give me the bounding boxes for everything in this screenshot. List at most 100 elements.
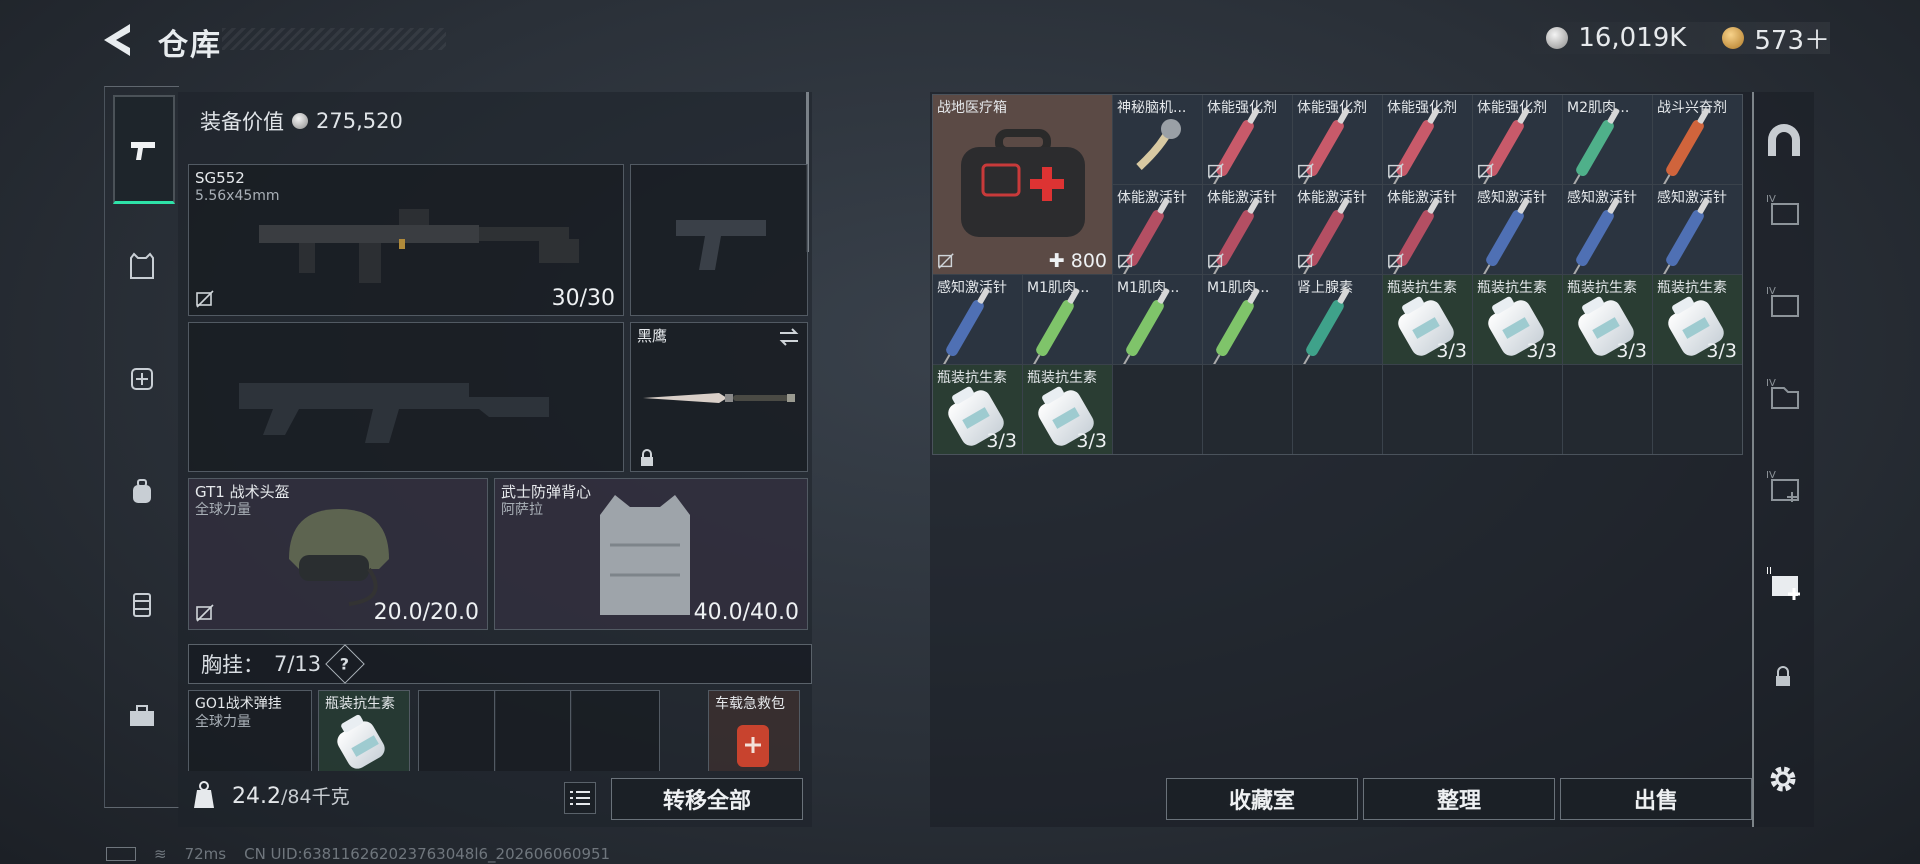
stash-item[interactable]: M1肌肉... bbox=[1113, 275, 1202, 364]
gold-amount[interactable]: 573＋ bbox=[1754, 20, 1830, 57]
stash-item[interactable]: 体能强化剂 bbox=[1293, 95, 1382, 184]
stash-item[interactable]: 肾上腺素 bbox=[1293, 275, 1382, 364]
stash-tab-4-icon[interactable]: IV bbox=[1764, 466, 1804, 506]
category-rail bbox=[104, 86, 179, 808]
collection-room-button[interactable]: 收藏室 bbox=[1166, 778, 1358, 820]
stash-item[interactable]: 战斗兴奋剂 bbox=[1653, 95, 1742, 184]
stash-item[interactable]: 体能激活针 bbox=[1383, 185, 1472, 274]
stash-item[interactable]: 体能激活针 bbox=[1293, 185, 1382, 274]
item-name: 瓶装抗生素 bbox=[1567, 280, 1637, 296]
stash-item[interactable]: 体能激活针 bbox=[1203, 185, 1292, 274]
item-count: 3/3 bbox=[1436, 340, 1467, 362]
stash-tab-1-icon[interactable]: IV bbox=[1764, 190, 1804, 230]
no-damage-icon bbox=[1208, 253, 1224, 269]
medkit-bag-icon bbox=[131, 368, 153, 390]
category-weapons[interactable] bbox=[113, 95, 175, 204]
stash-item[interactable]: M1肌肉... bbox=[1203, 275, 1292, 364]
stash-home-icon[interactable] bbox=[1764, 122, 1804, 162]
stash-item[interactable]: 瓶装抗生素 3/3 bbox=[1473, 275, 1562, 364]
chest-rig-slot[interactable]: GO1战术弹挂 全球力量 bbox=[188, 690, 312, 771]
no-damage-icon bbox=[196, 604, 214, 622]
item-name: M1肌肉... bbox=[1207, 280, 1270, 296]
item-name: 体能激活针 bbox=[1117, 190, 1187, 206]
chest-item-car-medkit[interactable]: 车载急救包 bbox=[708, 690, 800, 771]
vest-icon bbox=[130, 252, 154, 279]
syringe-icon bbox=[1574, 208, 1616, 268]
list-icon bbox=[570, 791, 590, 805]
page-title: 仓库 bbox=[158, 28, 222, 63]
chest-empty-slot[interactable] bbox=[570, 690, 660, 771]
stash-empty-cell[interactable] bbox=[1383, 365, 1472, 454]
wifi-icon: ≋ bbox=[154, 845, 167, 863]
stash-empty-cell[interactable] bbox=[1203, 365, 1292, 454]
stash-item-field-medkit[interactable]: 战地医疗箱 ✚ 800 bbox=[933, 95, 1112, 274]
stash-item[interactable]: 感知激活针 bbox=[933, 275, 1022, 364]
stash-tab-2-icon[interactable]: IV bbox=[1764, 282, 1804, 322]
silver-coin-icon bbox=[1546, 27, 1569, 49]
primary-weapon-name: SG552 bbox=[195, 169, 245, 187]
category-armor[interactable] bbox=[113, 237, 171, 295]
chest-item-name: 车载急救包 bbox=[715, 696, 785, 712]
stash-item[interactable]: 感知激活针 bbox=[1473, 185, 1562, 274]
syringe-icon bbox=[1574, 118, 1616, 178]
primary-weapon-slot[interactable]: SG552 5.56x45mm 30/30 bbox=[188, 164, 624, 316]
svg-text:II: II bbox=[1766, 566, 1772, 577]
back-icon[interactable] bbox=[100, 20, 136, 60]
item-name: 感知激活针 bbox=[1477, 190, 1547, 206]
secondary-weapon-slot[interactable] bbox=[188, 322, 624, 472]
category-backpack[interactable] bbox=[113, 463, 171, 521]
chest-empty-slot[interactable] bbox=[494, 690, 572, 771]
category-medical[interactable] bbox=[113, 349, 171, 407]
stash-item[interactable]: 神秘脑机... bbox=[1113, 95, 1202, 184]
stash-item[interactable]: 瓶装抗生素 3/3 bbox=[1383, 275, 1472, 364]
stash-empty-cell[interactable] bbox=[1563, 365, 1652, 454]
item-count: 3/3 bbox=[1706, 340, 1737, 362]
rifle-silhouette bbox=[239, 383, 549, 443]
stash-item[interactable]: 瓶装抗生素 3/3 bbox=[933, 365, 1022, 454]
chest-item-antibiotics[interactable]: 瓶装抗生素 bbox=[318, 690, 410, 773]
stash-empty-cell[interactable] bbox=[1653, 365, 1742, 454]
category-toolbox[interactable] bbox=[113, 687, 171, 745]
gear-icon[interactable] bbox=[1767, 763, 1799, 795]
equipment-panel: 装备价值 275,520 SG552 5.56x45mm 30/30 黑鹰 GT… bbox=[178, 92, 812, 827]
syringe-icon bbox=[1664, 118, 1706, 178]
stash-item[interactable]: 体能强化剂 bbox=[1473, 95, 1562, 184]
sell-button[interactable]: 出售 bbox=[1560, 778, 1752, 820]
melee-slot[interactable]: 黑鹰 bbox=[630, 322, 808, 472]
category-container[interactable] bbox=[113, 575, 171, 633]
stash-item[interactable]: 瓶装抗生素 3/3 bbox=[1023, 365, 1112, 454]
swap-icon[interactable] bbox=[777, 327, 801, 347]
melee-name: 黑鹰 bbox=[637, 327, 668, 345]
stash-item[interactable]: 感知激活针 bbox=[1653, 185, 1742, 274]
item-name: 体能强化剂 bbox=[1387, 100, 1457, 116]
stash-item[interactable]: 感知激活针 bbox=[1563, 185, 1652, 274]
move-all-button[interactable]: 转移全部 bbox=[611, 778, 803, 820]
chest-empty-slot[interactable] bbox=[418, 690, 496, 771]
stash-tab-3-icon[interactable]: IV bbox=[1764, 374, 1804, 414]
armor-name: 武士防弹背心 bbox=[501, 483, 592, 501]
no-damage-icon bbox=[1388, 253, 1404, 269]
helmet-slot[interactable]: GT1 战术头盔 全球力量 20.0/20.0 bbox=[188, 478, 488, 630]
sort-button[interactable]: 整理 bbox=[1363, 778, 1555, 820]
pistol-icon bbox=[131, 142, 155, 160]
stash-empty-cell[interactable] bbox=[1473, 365, 1562, 454]
stash-tab-medical-icon[interactable]: II bbox=[1764, 562, 1804, 602]
pistol-slot[interactable] bbox=[630, 164, 808, 316]
help-icon[interactable]: ? bbox=[325, 644, 365, 684]
weight-current: 24.2 bbox=[232, 783, 281, 809]
list-view-button[interactable] bbox=[564, 782, 596, 814]
item-name: 瓶装抗生素 bbox=[1387, 280, 1457, 296]
stash-item[interactable]: 体能激活针 bbox=[1113, 185, 1202, 274]
stash-item[interactable]: M1肌肉... bbox=[1023, 275, 1112, 364]
stash-item[interactable]: 瓶装抗生素 3/3 bbox=[1563, 275, 1652, 364]
stash-empty-cell[interactable] bbox=[1293, 365, 1382, 454]
stash-item[interactable]: 体能强化剂 bbox=[1383, 95, 1472, 184]
stash-empty-cell[interactable] bbox=[1113, 365, 1202, 454]
battery-icon bbox=[106, 847, 136, 861]
stash-item[interactable]: 体能强化剂 bbox=[1203, 95, 1292, 184]
no-damage-icon bbox=[1478, 163, 1494, 179]
stash-item[interactable]: 瓶装抗生素 3/3 bbox=[1653, 275, 1742, 364]
armor-slot[interactable]: 武士防弹背心 阿萨拉 40.0/40.0 bbox=[494, 478, 808, 630]
lock-icon bbox=[1776, 666, 1790, 686]
stash-item[interactable]: M2肌肉... bbox=[1563, 95, 1652, 184]
